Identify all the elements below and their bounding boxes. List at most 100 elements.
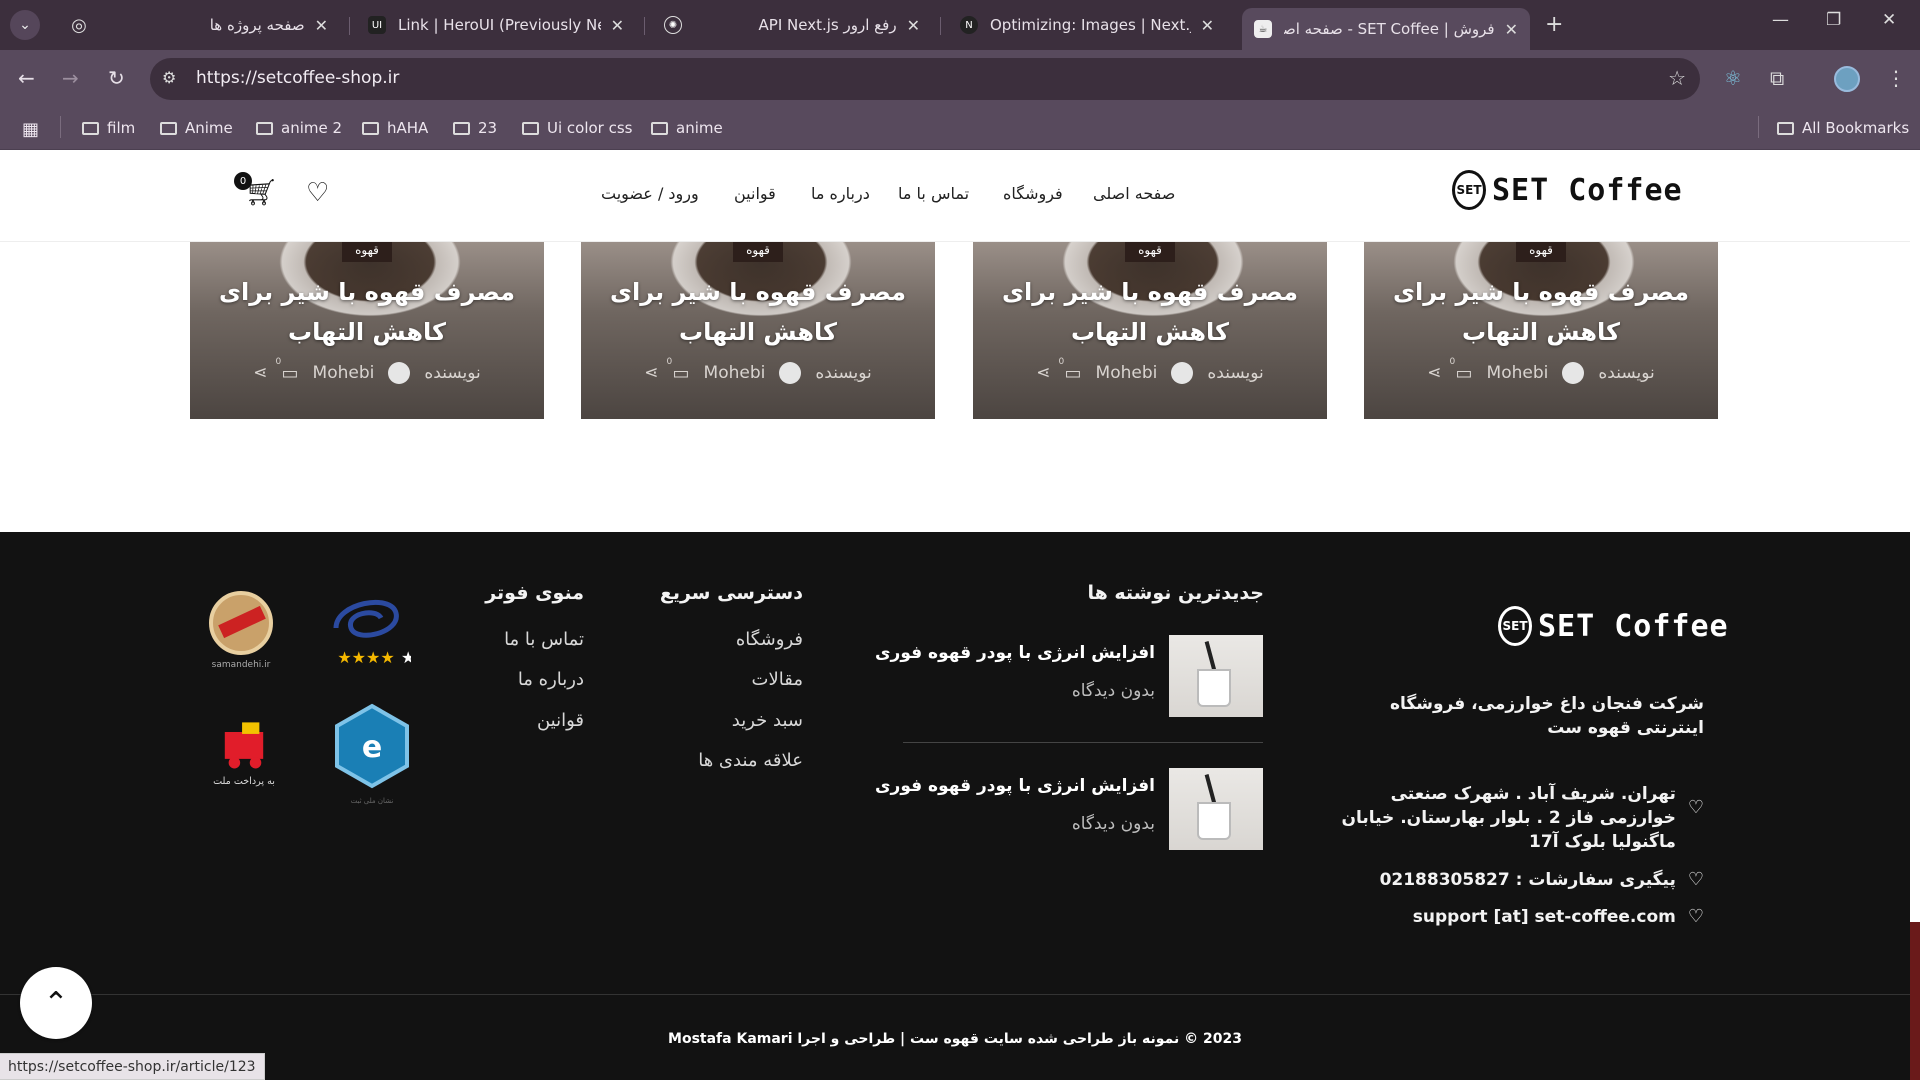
scrollbar-thumb[interactable] [1910, 922, 1920, 1080]
latest-post[interactable]: افزایش انرژی با پودر قهوه فوری بدون دیدگ… [875, 768, 1263, 850]
quick-link-articles[interactable]: مقالات [752, 669, 803, 690]
reload-icon[interactable]: ↻ [108, 66, 125, 90]
mellat-badge[interactable]: به پرداخت ملت [196, 708, 292, 804]
profile-avatar[interactable] [1834, 66, 1860, 92]
tab-close-icon[interactable]: ✕ [611, 16, 624, 35]
tab-close-icon[interactable]: ✕ [315, 16, 328, 35]
share-icon[interactable]: ⋖ [253, 363, 267, 383]
extensions-icon[interactable]: ⧉ [1770, 66, 1784, 90]
nav-home[interactable]: صفحه اصلی [1093, 184, 1175, 203]
close-window-button[interactable]: ✕ [1882, 10, 1896, 30]
scroll-to-top-button[interactable]: ⌃ [20, 967, 92, 1039]
bookmark-folder[interactable]: anime [651, 119, 723, 137]
article-meta: ⋖ ▭ 0 Mohebi نویسنده [581, 357, 935, 384]
quick-link-cart[interactable]: سبد خرید [732, 710, 803, 731]
article-card[interactable]: قهوه مصرف قهوه با شیر برای کاهش التهاب ⋖… [1364, 242, 1718, 419]
folder-icon [362, 121, 379, 135]
nav-login[interactable]: ورود / عضویت [601, 184, 699, 203]
category-badge[interactable]: قهوه [733, 242, 783, 262]
post-title[interactable]: افزایش انرژی با پودر قهوه فوری [875, 643, 1155, 663]
footer-divider [0, 994, 1910, 995]
back-icon[interactable]: ← [18, 66, 35, 90]
author-name[interactable]: Mohebi [1096, 363, 1158, 383]
omnibox[interactable]: ⚙ https://setcoffee-shop.ir ☆ [150, 58, 1700, 100]
category-badge[interactable]: قهوه [1125, 242, 1175, 262]
latest-post[interactable]: افزایش انرژی با پودر قهوه فوری بدون دیدگ… [875, 635, 1263, 717]
address-bar-row: ← → ↻ ⚙ https://setcoffee-shop.ir ☆ ⚛ ⧉ … [0, 50, 1920, 108]
menu-icon[interactable]: ⋮ [1886, 66, 1906, 90]
menu-link-contact[interactable]: تماس با ما [504, 629, 584, 650]
post-comments: بدون دیدگاه [1071, 681, 1155, 701]
cart-button[interactable]: 🛒︎ 0 [234, 172, 278, 208]
bookmark-folder[interactable]: Ui color css [522, 119, 633, 137]
post-thumbnail[interactable] [1169, 635, 1263, 717]
restore-button[interactable]: ❐ [1826, 10, 1841, 30]
tab-close-icon[interactable]: ✕ [907, 16, 920, 35]
bookmark-star-icon[interactable]: ☆ [1668, 66, 1686, 90]
category-badge[interactable]: قهوه [342, 242, 392, 262]
article-title[interactable]: مصرف قهوه با شیر برای کاهش التهاب [581, 272, 935, 352]
article-title[interactable]: مصرف قهوه با شیر برای کاهش التهاب [973, 272, 1327, 352]
article-title[interactable]: مصرف قهوه با شیر برای کاهش التهاب [190, 272, 544, 352]
svg-text:★: ★ [401, 648, 411, 667]
quick-link-wishlist[interactable]: علاقه مندی ها [698, 750, 803, 771]
menu-link-rules[interactable]: قوانین [537, 710, 584, 731]
new-tab-button[interactable]: + [1545, 12, 1563, 37]
comment-icon[interactable]: ▭ 0 [1450, 357, 1473, 384]
menu-link-about[interactable]: درباره ما [518, 669, 584, 690]
folder-icon [160, 121, 177, 135]
nav-rules[interactable]: قوانین [734, 184, 776, 203]
site-logo[interactable]: SET SET Coffee [1452, 170, 1683, 210]
tab-heroui[interactable]: UI Link | HeroUI (Previously NextUI) ✕ [356, 8, 636, 42]
nav-shop[interactable]: فروشگاه [1003, 184, 1063, 203]
author-name[interactable]: Mohebi [1487, 363, 1549, 383]
comment-icon[interactable]: ▭ 0 [667, 357, 690, 384]
article-card[interactable]: قهوه مصرف قهوه با شیر برای کاهش التهاب ⋖… [190, 242, 544, 419]
footer-logo[interactable]: SET SET Coffee [1498, 606, 1729, 646]
etehadiye-badge[interactable]: e نشان ملی ثبت [324, 703, 420, 805]
tab-close-icon[interactable]: ✕ [1201, 16, 1214, 35]
svg-text:نشان ملی ثبت: نشان ملی ثبت [351, 797, 394, 805]
comment-icon[interactable]: ▭ 0 [1059, 357, 1082, 384]
bookmark-folder[interactable]: Anime [160, 119, 233, 137]
forward-icon[interactable]: → [62, 66, 79, 90]
samandehi-badge[interactable]: samandehi.ir [196, 580, 292, 676]
copyright-text: 2023 © نمونه باز طراحی شده سایت قهوه ست … [668, 1031, 1242, 1047]
tab-set-coffee[interactable]: ☕ فروش | SET Coffee - صفحه اصلی ✕ [1242, 8, 1530, 50]
author-avatar [1562, 362, 1585, 384]
all-bookmarks[interactable]: All Bookmarks [1777, 119, 1909, 137]
bookmark-folder[interactable]: 23 [453, 119, 497, 137]
bookmark-folder[interactable]: film [82, 119, 135, 137]
enamad-badge[interactable]: ★★★★ ★ [318, 580, 414, 676]
author-name[interactable]: Mohebi [313, 363, 375, 383]
tab-search-button[interactable]: ⌄ [10, 10, 40, 40]
site-settings-icon[interactable]: ⚙ [162, 68, 176, 87]
nav-about[interactable]: درباره ما [811, 184, 870, 203]
article-card[interactable]: قهوه مصرف قهوه با شیر برای کاهش التهاب ⋖… [581, 242, 935, 419]
category-badge[interactable]: قهوه [1516, 242, 1566, 262]
minimize-button[interactable]: — [1772, 10, 1789, 30]
apps-grid-icon[interactable]: ▦ [22, 119, 39, 140]
comment-icon[interactable]: ▭ 0 [276, 357, 299, 384]
bookmark-folder[interactable]: hAHA [362, 119, 428, 137]
bookmark-folder[interactable]: anime 2 [256, 119, 342, 137]
tab-nextjs-images[interactable]: N Optimizing: Images | Next.js ✕ [948, 8, 1226, 42]
post-title[interactable]: افزایش انرژی با پودر قهوه فوری [875, 776, 1155, 796]
author-name[interactable]: Mohebi [704, 363, 766, 383]
article-card[interactable]: قهوه مصرف قهوه با شیر برای کاهش التهاب ⋖… [973, 242, 1327, 419]
footer-address: ♡ تهران. شریف آباد . شهرک صنعتی خوارزمی … [1341, 784, 1704, 852]
post-thumbnail[interactable] [1169, 768, 1263, 850]
wishlist-heart-icon[interactable]: ♡ [306, 178, 329, 208]
tab-projects[interactable]: صفحه پروژه ها ✕ [190, 8, 340, 42]
share-icon[interactable]: ⋖ [1427, 363, 1441, 383]
article-title[interactable]: مصرف قهوه با شیر برای کاهش التهاب [1364, 272, 1718, 352]
url-text[interactable]: https://setcoffee-shop.ir [196, 68, 399, 88]
nav-contact[interactable]: تماس با ما [898, 184, 969, 203]
share-icon[interactable]: ⋖ [1036, 363, 1050, 383]
tab-api-fix[interactable]: ✺ رفع ارور API Next.js ✕ [652, 8, 932, 42]
quick-link-shop[interactable]: فروشگاه [736, 629, 803, 650]
tab-close-icon[interactable]: ✕ [1505, 20, 1518, 39]
share-icon[interactable]: ⋖ [644, 363, 658, 383]
react-devtools-icon[interactable]: ⚛ [1724, 66, 1742, 90]
page-scrollbar[interactable] [1910, 150, 1920, 1080]
